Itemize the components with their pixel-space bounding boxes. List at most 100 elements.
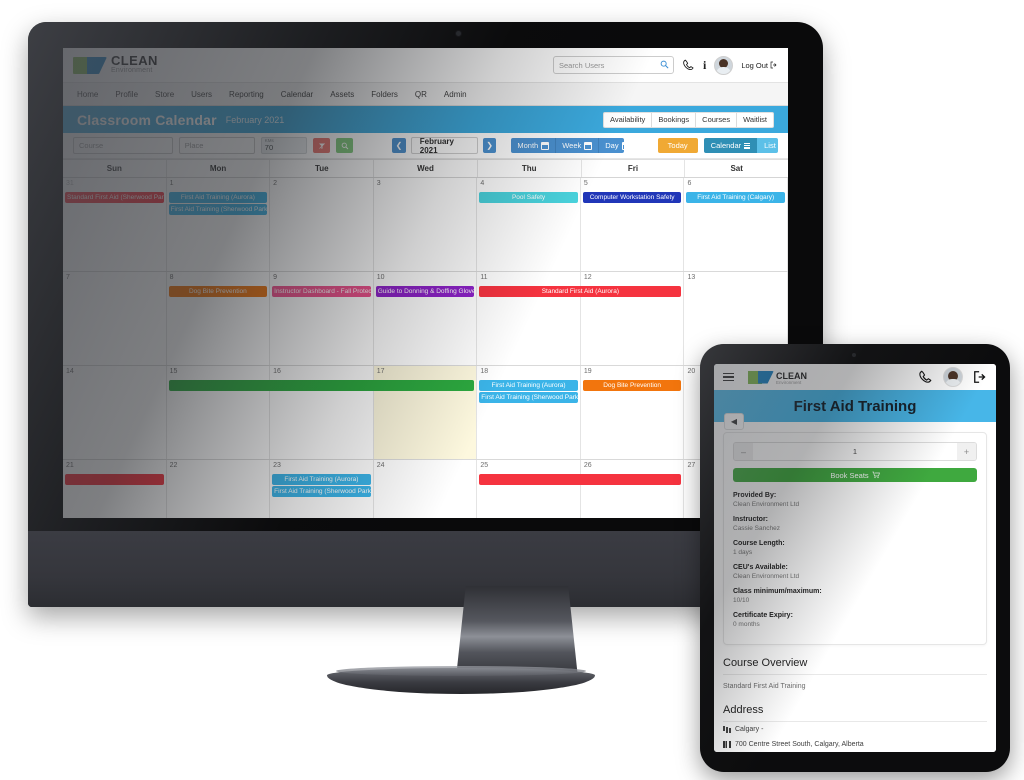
calendar-event[interactable]: Instructor Dashboard - Fall Protection E… <box>272 286 371 297</box>
calendar-event[interactable]: Dog Bite Prevention <box>582 380 682 391</box>
day-number: 4 <box>480 180 485 187</box>
nav-item-assets[interactable]: Assets <box>330 90 354 99</box>
detail-value: Cassie Sanchez <box>733 525 780 532</box>
book-seats-button[interactable]: Book Seats <box>733 468 977 482</box>
calendar-event[interactable]: First Aid Training (Sherwood Park) <box>168 204 268 215</box>
tablet-brand-logo[interactable]: CLEAN Environment <box>748 370 807 385</box>
calendar-event[interactable] <box>65 474 164 485</box>
logout-icon[interactable] <box>973 370 987 384</box>
view-month-button[interactable]: Month <box>511 138 557 153</box>
weekday-mon: Mon <box>167 160 271 177</box>
logout-label: Log Out <box>741 60 768 70</box>
tab-bookings[interactable]: Bookings <box>652 112 697 127</box>
brand-name: CLEAN <box>111 53 158 68</box>
user-avatar[interactable] <box>943 367 963 387</box>
calendar-event[interactable]: Computer Workstation Safety <box>582 192 682 203</box>
calendar-event[interactable]: Dog Bite Prevention <box>168 286 268 297</box>
increment-button[interactable]: + <box>957 443 976 460</box>
view-day-button[interactable]: Day <box>599 138 624 153</box>
search-icon[interactable] <box>660 60 669 69</box>
today-button[interactable]: Today <box>657 138 698 153</box>
nav-item-home[interactable]: Home <box>77 90 98 99</box>
tab-waitlist[interactable]: Waitlist <box>737 113 773 127</box>
seat-quantity-stepper[interactable]: – 1 + <box>733 442 977 461</box>
info-icon[interactable]: i <box>703 58 706 73</box>
nav-item-calendar[interactable]: Calendar <box>281 90 313 99</box>
address-city: Calgary - <box>735 726 764 733</box>
kms-filter-input[interactable]: KMs 70 <box>260 137 308 154</box>
nav-item-users[interactable]: Users <box>191 90 212 99</box>
place-placeholder: Place <box>184 141 204 150</box>
calendar-event[interactable] <box>168 380 475 391</box>
calendar-event[interactable]: Guide to Donning & Doffing Gloves <box>375 286 475 297</box>
tablet-camera-icon <box>852 353 856 357</box>
nav-item-reporting[interactable]: Reporting <box>229 90 264 99</box>
prev-month-button[interactable]: ❮ <box>392 138 406 153</box>
calendar-event[interactable]: First Aid Training (Aurora) <box>168 192 268 203</box>
day-number: 22 <box>169 462 178 469</box>
calendar-event[interactable]: Standard First Aid (Sherwood Park) <box>65 192 164 203</box>
hamburger-menu-icon[interactable] <box>723 372 734 382</box>
toggle-label: List <box>764 141 776 150</box>
day-number: 20 <box>687 368 696 375</box>
tab-courses[interactable]: Courses <box>696 112 738 127</box>
phone-icon[interactable] <box>918 370 933 385</box>
city-icon <box>723 726 731 733</box>
decrement-button[interactable]: – <box>734 443 753 460</box>
course-overview-heading: Course Overview <box>723 645 987 675</box>
detail-label: Class minimum/maximum: <box>733 588 822 595</box>
calendar-event[interactable] <box>479 474 682 485</box>
brand-logo[interactable]: CLEAN Environment <box>73 53 158 75</box>
place-filter-input[interactable]: Place <box>178 137 255 154</box>
calendar-event[interactable]: First Aid Training (Aurora) <box>272 474 371 485</box>
page-subtitle: February 2021 <box>225 114 285 125</box>
day-number: 12 <box>583 274 592 281</box>
next-month-button[interactable]: ❯ <box>482 138 497 153</box>
calendar-event[interactable]: First Aid Training (Sherwood Park) <box>479 392 578 403</box>
day-number: 16 <box>273 368 281 375</box>
back-button[interactable]: ◀ <box>724 413 744 430</box>
address-street-row: 700 Centre Street South, Calgary, Albert… <box>723 737 987 752</box>
view-week-button[interactable]: Week <box>556 138 600 153</box>
day-number: 23 <box>273 462 281 469</box>
nav-item-store[interactable]: Store <box>155 90 174 99</box>
quantity-value[interactable]: 1 <box>753 443 957 460</box>
user-avatar[interactable] <box>714 55 734 75</box>
address-street: 700 Centre Street South, Calgary, Albert… <box>735 741 864 748</box>
nav-item-profile[interactable]: Profile <box>115 90 138 99</box>
display-calendar-button[interactable]: Calendar <box>703 138 758 153</box>
nav-item-admin[interactable]: Admin <box>444 90 467 99</box>
calendar-event[interactable]: First Aid Training (Sherwood Park) <box>272 486 371 497</box>
course-placeholder: Course <box>79 141 104 150</box>
calendar-icon <box>541 141 550 150</box>
web-app: CLEAN Environment Search Users i Log Out… <box>63 48 788 518</box>
kms-value: 70 <box>264 143 274 152</box>
calendar-event[interactable]: Pool Safety <box>479 192 578 203</box>
nav-item-folders[interactable]: Folders <box>371 90 398 99</box>
clear-filter-icon <box>318 142 325 149</box>
search-filter-button[interactable] <box>336 138 354 153</box>
detail-label: Instructor: <box>733 516 768 523</box>
display-list-button[interactable]: List <box>757 138 778 153</box>
day-number: 13 <box>687 274 696 281</box>
day-number: 17 <box>376 368 385 375</box>
detail-field: Course Length: 1 days <box>733 539 977 557</box>
clear-filter-button[interactable] <box>313 138 331 153</box>
detail-label: Course Length: <box>733 540 785 547</box>
search-icon <box>341 142 349 149</box>
day-number: 18 <box>480 368 489 375</box>
nav-item-qr[interactable]: QR <box>415 90 427 99</box>
tab-availability[interactable]: Availability <box>604 112 653 127</box>
calendar-event[interactable]: Standard First Aid (Aurora) <box>479 286 682 297</box>
page-tabs: Availability Bookings Courses Waitlist <box>603 111 774 128</box>
course-filter-input[interactable]: Course <box>73 137 173 154</box>
calendar-week-row: 14 15 16 17 18 19 20 First Aid Training (Aurora… <box>63 366 788 460</box>
day-number: 2 <box>273 180 278 187</box>
calendar-event[interactable]: First Aid Training (Calgary) <box>686 192 785 203</box>
calendar-event[interactable]: First Aid Training (Aurora) <box>479 380 578 391</box>
logout-button[interactable]: Log Out <box>741 61 778 70</box>
page-title: Classroom Calendar <box>77 111 217 128</box>
search-users-input[interactable]: Search Users <box>552 56 674 74</box>
phone-icon[interactable] <box>682 59 695 72</box>
day-number: 1 <box>169 180 174 187</box>
